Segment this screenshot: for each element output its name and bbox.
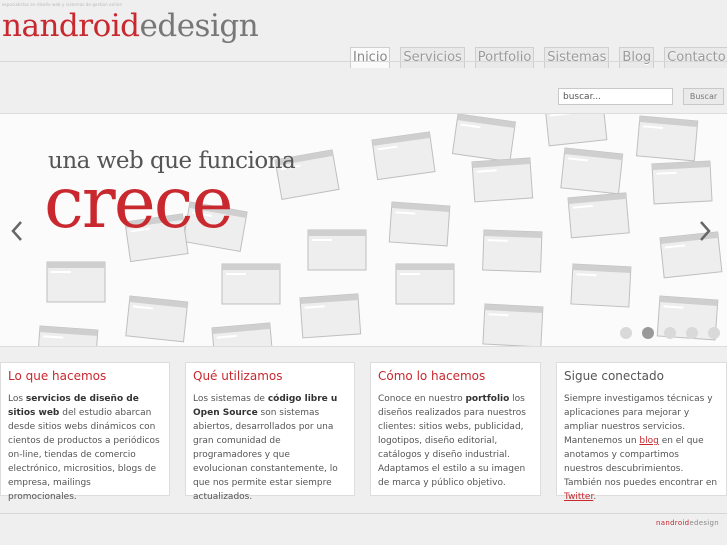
slider-dot-4[interactable] — [686, 327, 698, 339]
nav-item-sistemas[interactable]: Sistemas — [544, 47, 610, 68]
nav-item-portfolio[interactable]: Portfolio — [474, 47, 535, 68]
card-title: Lo que hacemos — [8, 369, 107, 383]
card-que-utilizamos: Qué utilizamos Los sistemas de código li… — [185, 362, 355, 502]
header-divider — [0, 61, 727, 62]
nav-item-blog[interactable]: Blog — [619, 47, 655, 68]
slider-pagination — [620, 327, 727, 339]
nav-item-inicio[interactable]: Inicio — [350, 47, 391, 68]
slider-bigword: crece — [44, 161, 234, 244]
twitter-link[interactable]: Twitter — [564, 492, 593, 502]
nav-item-contacto[interactable]: Contacto — [664, 47, 727, 68]
card-title: Cómo lo hacemos — [378, 369, 486, 383]
footer-divider — [0, 513, 727, 514]
card-title: Qué utilizamos — [193, 369, 283, 383]
blog-link[interactable]: blog — [639, 436, 658, 446]
nav-item-servicios[interactable]: Servicios — [400, 47, 465, 68]
card-como-lo-hacemos: Cómo lo hacemos Conoce en nuestro portfo… — [370, 362, 541, 496]
chevron-right-icon[interactable] — [696, 218, 714, 244]
search-button[interactable]: Buscar — [683, 88, 724, 105]
card-sigue-conectado: Sigue conectado Siempre investigamos téc… — [556, 362, 727, 502]
hero-slider: una web que funciona crece — [0, 113, 727, 347]
tagline: especialistas en diseño web y sistemas d… — [2, 2, 122, 7]
card-text: Conoce en nuestro portfolio los diseños … — [378, 394, 526, 488]
site-logo[interactable]: nandroidedesign — [2, 8, 259, 44]
chevron-left-icon[interactable] — [8, 218, 26, 244]
card-text: Siempre investigamos técnicas y aplicaci… — [564, 394, 718, 502]
card-lo-que-hacemos: Lo que hacemos Los servicios de diseño d… — [0, 362, 170, 502]
slider-dot-1[interactable] — [620, 327, 632, 339]
footer-logo-part-edesign: edesign — [689, 519, 720, 527]
logo-part-edesign: edesign — [139, 8, 259, 44]
logo-part-nandroid: nandroid — [2, 8, 140, 44]
card-text: Los sistemas de código libre u Open Sour… — [193, 394, 338, 502]
slider-dot-3[interactable] — [664, 327, 676, 339]
footer-logo-part-nandroid: nandroid — [656, 519, 690, 527]
footer-logo[interactable]: nandroidedesign — [656, 519, 719, 527]
slider-dot-5[interactable] — [708, 327, 720, 339]
search-input[interactable] — [558, 88, 673, 105]
card-text: Los servicios de diseño de sitios web de… — [8, 394, 160, 502]
card-title: Sigue conectado — [564, 369, 664, 383]
slider-dot-2[interactable] — [642, 327, 654, 339]
main-nav: Inicio Servicios Portfolio Sistemas Blog… — [350, 47, 727, 68]
